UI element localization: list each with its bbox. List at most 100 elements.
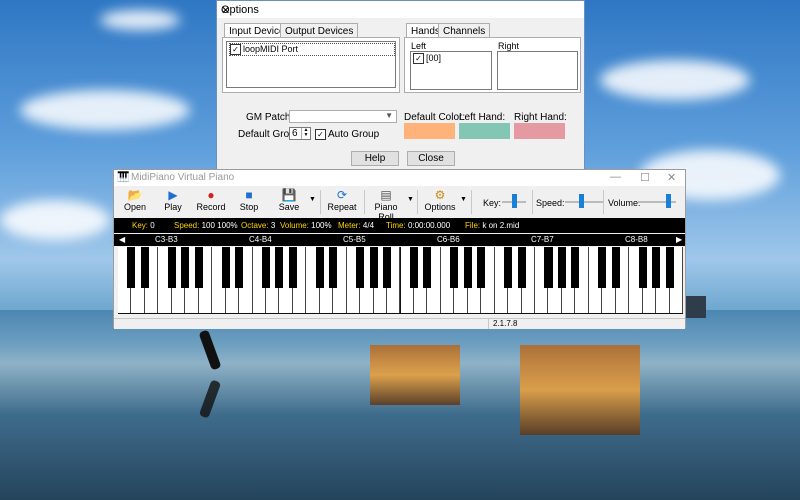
octave-label-row: ◀ C3-B3 C4-B4 C5-B5 C6-B6 C7-B7 C8-B8 ▶ [114, 234, 685, 246]
status-file-label: File: [465, 221, 481, 230]
slider-thumb[interactable] [666, 194, 671, 208]
auto-group-checkbox[interactable]: ✓ Auto Group [315, 129, 379, 140]
default-color-swatch[interactable] [404, 123, 455, 139]
black-key[interactable] [652, 247, 661, 288]
piano-roll-dropdown-icon[interactable]: ▼ [407, 196, 414, 203]
status-time: Time: 0:00:00.000 [386, 218, 450, 233]
black-key[interactable] [356, 247, 365, 288]
help-button[interactable]: Help [351, 151, 399, 166]
repeat-button[interactable]: ⟳ Repeat [325, 188, 359, 212]
volume-slider[interactable] [638, 192, 676, 212]
options-button[interactable]: ⚙ Options [422, 188, 458, 212]
black-key[interactable] [665, 247, 674, 288]
black-key[interactable] [477, 247, 486, 288]
scroll-right-icon[interactable]: ▶ [676, 234, 682, 246]
repeat-icon: ⟳ [336, 188, 348, 202]
options-titlebar: Options ✕ [217, 1, 584, 18]
black-key[interactable] [611, 247, 620, 288]
black-key[interactable] [167, 247, 176, 288]
checkbox-left-00[interactable]: ✓ [413, 53, 424, 65]
maximize-icon[interactable]: ☐ [640, 171, 650, 184]
black-key[interactable] [221, 247, 230, 288]
black-key[interactable] [423, 247, 432, 288]
slider-thumb[interactable] [512, 194, 517, 208]
black-key[interactable] [598, 247, 607, 288]
black-key[interactable] [181, 247, 190, 288]
options-label: Options [424, 202, 456, 212]
right-hand-color-swatch[interactable] [514, 123, 565, 139]
toolbar-separator [417, 190, 418, 214]
octave-label: C4-B4 [249, 235, 272, 244]
slider-thumb[interactable] [579, 194, 584, 208]
gm-patches-select[interactable]: ▼ [289, 110, 397, 123]
black-key[interactable] [127, 247, 136, 288]
black-key[interactable] [504, 247, 513, 288]
close-icon[interactable]: ✕ [667, 171, 676, 184]
black-key[interactable] [235, 247, 244, 288]
save-label: Save [278, 202, 300, 212]
black-key[interactable] [275, 247, 284, 288]
black-key[interactable] [140, 247, 149, 288]
octave-label: C5-B5 [343, 235, 366, 244]
black-key[interactable] [638, 247, 647, 288]
status-volume-value: 100% [311, 221, 332, 230]
status-meter-label: Meter: [338, 221, 361, 230]
black-key[interactable] [544, 247, 553, 288]
key-slider[interactable] [502, 192, 526, 212]
auto-group-label: Auto Group [328, 129, 380, 141]
key-slider-label: Key: [483, 198, 502, 208]
black-key[interactable] [194, 247, 203, 288]
right-hand-list-label: Right [498, 41, 520, 51]
piano-window: 🎹 MidiPiano Virtual Piano — ☐ ✕ 📂 Open ▶… [113, 169, 686, 329]
black-key[interactable] [315, 247, 324, 288]
black-key[interactable] [409, 247, 418, 288]
piano-app-icon: 🎹 [117, 172, 130, 183]
options-dropdown-icon[interactable]: ▼ [460, 196, 467, 203]
options-dialog: Options ✕ Input Devices Output Devices ✓… [216, 0, 585, 170]
black-key[interactable] [288, 247, 297, 288]
save-button[interactable]: 💾 Save [272, 188, 306, 212]
stop-label: Stop [239, 202, 259, 212]
repeat-label: Repeat [327, 202, 357, 212]
checkbox-loopmidi[interactable]: ✓ [230, 44, 241, 56]
left-hand-color-swatch[interactable] [459, 123, 510, 139]
minimize-icon[interactable]: — [610, 171, 621, 183]
scroll-left-icon[interactable]: ◀ [119, 234, 125, 246]
black-key[interactable] [557, 247, 566, 288]
status-octave: Octave: 3 [241, 218, 275, 233]
play-label: Play [164, 202, 182, 212]
stop-button[interactable]: ■ Stop [232, 188, 266, 212]
black-key[interactable] [450, 247, 459, 288]
save-dropdown-icon[interactable]: ▼ [309, 196, 316, 203]
play-button[interactable]: ▶ Play [156, 188, 190, 212]
status-time-label: Time: [386, 221, 406, 230]
black-key[interactable] [463, 247, 472, 288]
status-volume: Volume: 100% [280, 218, 332, 233]
black-key[interactable] [383, 247, 392, 288]
black-key[interactable] [261, 247, 270, 288]
tab-channels[interactable]: Channels [438, 23, 491, 38]
status-octave-value: 3 [270, 221, 276, 230]
close-button[interactable]: Close [407, 151, 455, 166]
close-icon[interactable]: ✕ [221, 4, 576, 17]
list-item[interactable]: ✓ loopMIDI Port [229, 43, 395, 56]
default-group-spinner[interactable]: 6 ▲ ▼ [289, 127, 311, 140]
record-button[interactable]: ● Record [194, 188, 228, 212]
checkbox-auto-group[interactable]: ✓ [315, 129, 326, 140]
status-key-value: 0 [150, 221, 155, 230]
right-hand-list [497, 51, 578, 90]
hand-item-label: [00] [426, 53, 442, 63]
save-icon: 💾 [281, 188, 297, 202]
status-bar: Key: 0 Speed: 100 100% Octave: 3 Volume:… [114, 218, 685, 233]
black-key[interactable] [571, 247, 580, 288]
black-key[interactable] [517, 247, 526, 288]
black-key[interactable] [329, 247, 338, 288]
black-key[interactable] [369, 247, 378, 288]
speed-slider[interactable] [565, 192, 603, 212]
list-item[interactable]: ✓ [00] [413, 53, 442, 65]
tab-output-devices[interactable]: Output Devices [280, 23, 359, 38]
piano-roll-button[interactable]: ▤ Piano Roll [368, 188, 404, 222]
open-button[interactable]: 📂 Open [118, 188, 152, 212]
spinner-arrows-icon[interactable]: ▲ ▼ [301, 128, 310, 139]
status-speed: Speed: 100 100% [174, 218, 238, 233]
